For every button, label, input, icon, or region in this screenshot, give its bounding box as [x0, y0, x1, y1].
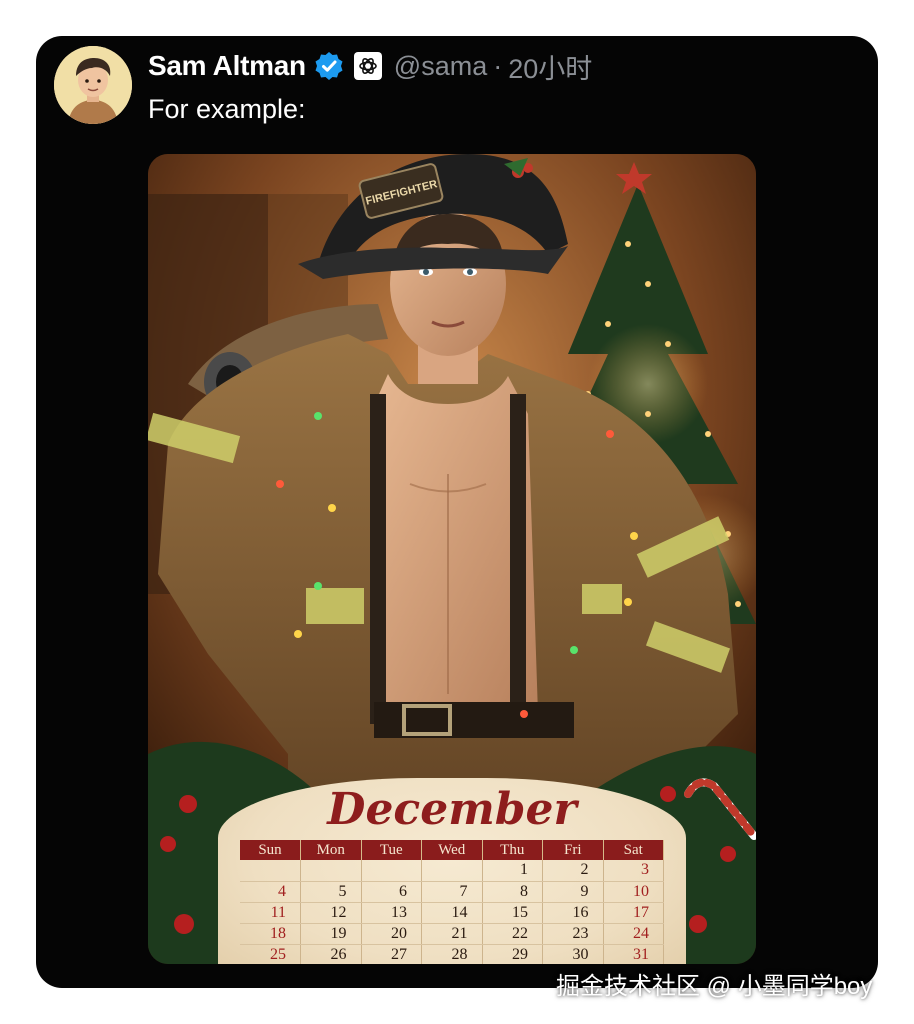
calendar-weekday: Mon [300, 840, 362, 860]
calendar-day: 7 [421, 881, 483, 903]
calendar-day: 3 [603, 860, 664, 882]
calendar-day [300, 860, 362, 882]
calendar-day: 4 [240, 881, 301, 903]
calendar-day: 15 [482, 902, 543, 924]
calendar-weekday: Fri [542, 840, 604, 860]
calendar-week-row: 11 12 13 14 15 16 17 [240, 902, 664, 924]
avatar-illustration [54, 46, 132, 124]
tweet-text: For example: [148, 94, 306, 124]
calendar-day: 24 [603, 923, 664, 945]
openai-logo-icon[interactable] [353, 52, 382, 80]
calendar-day [421, 860, 483, 882]
post-time[interactable]: 20小时 [508, 47, 592, 86]
calendar-day: 23 [542, 923, 604, 945]
author-handle[interactable]: @sama [394, 51, 487, 82]
calendar-day: 18 [240, 923, 301, 945]
calendar-day: 1 [482, 860, 543, 882]
calendar-day: 27 [361, 944, 422, 964]
calendar-month: December [327, 784, 577, 835]
calendar-day: 21 [421, 923, 483, 945]
avatar[interactable] [54, 46, 132, 124]
calendar-week-row: 4 5 6 7 8 9 10 [240, 881, 664, 903]
calendar-grid: Sun Mon Tue Wed Thu Fri Sat 1 2 3 4 5 6 7 8 9 10 11 12 13 1… [240, 840, 664, 964]
calendar-day: 17 [603, 902, 664, 924]
calendar-day: 20 [361, 923, 422, 945]
calendar-day: 12 [300, 902, 362, 924]
calendar-day: 5 [300, 881, 362, 903]
calendar-day: 30 [542, 944, 604, 964]
calendar-weekday: Wed [421, 840, 483, 860]
calendar-day: 9 [542, 881, 604, 903]
calendar-day: 11 [240, 902, 301, 924]
calendar-panel: December Sun Mon Tue Wed Thu Fri Sat 123456789… [218, 778, 686, 964]
calendar-week-row: 25 26 27 28 29 30 31 [240, 944, 664, 964]
calendar-day: 16 [542, 902, 604, 924]
tweet-media-image[interactable]: FIREFIGHTER December Sun Mon Tue Wed Thu… [148, 154, 756, 964]
calendar-day: 29 [482, 944, 543, 964]
calendar-day: 6 [361, 881, 422, 903]
calendar-weekday: Sat [603, 840, 664, 860]
calendar-week-row: 123 [240, 860, 664, 882]
calendar-day: 22 [482, 923, 543, 945]
calendar-day: 28 [421, 944, 483, 964]
calendar-day: 26 [300, 944, 362, 964]
calendar-weekday: Sun [240, 840, 301, 860]
calendar-day: 10 [603, 881, 664, 903]
calendar-day: 25 [240, 944, 301, 964]
calendar-day: 19 [300, 923, 362, 945]
calendar-day [361, 860, 422, 882]
calendar-day: 8 [482, 881, 543, 903]
watermark-text: 掘金技术社区 @ 小墨同学boy [556, 973, 873, 1000]
calendar-weekday: Tue [361, 840, 422, 860]
calendar-day: 31 [603, 944, 664, 964]
verified-badge-icon[interactable] [314, 51, 344, 81]
calendar-day: 14 [421, 902, 483, 924]
separator-dot: · [493, 50, 503, 81]
tweet-card[interactable]: Sam Altman @sama · 20小时 For example: FIR… [36, 36, 878, 988]
author-name[interactable]: Sam Altman [148, 50, 306, 82]
tweet-header: Sam Altman @sama · 20小时 [148, 48, 592, 84]
calendar-day: 2 [542, 860, 604, 882]
calendar-week-row: 18 19 20 21 22 23 24 [240, 923, 664, 945]
calendar-weekday: Thu [482, 840, 543, 860]
calendar-day: 13 [361, 902, 422, 924]
calendar-day [240, 860, 301, 882]
